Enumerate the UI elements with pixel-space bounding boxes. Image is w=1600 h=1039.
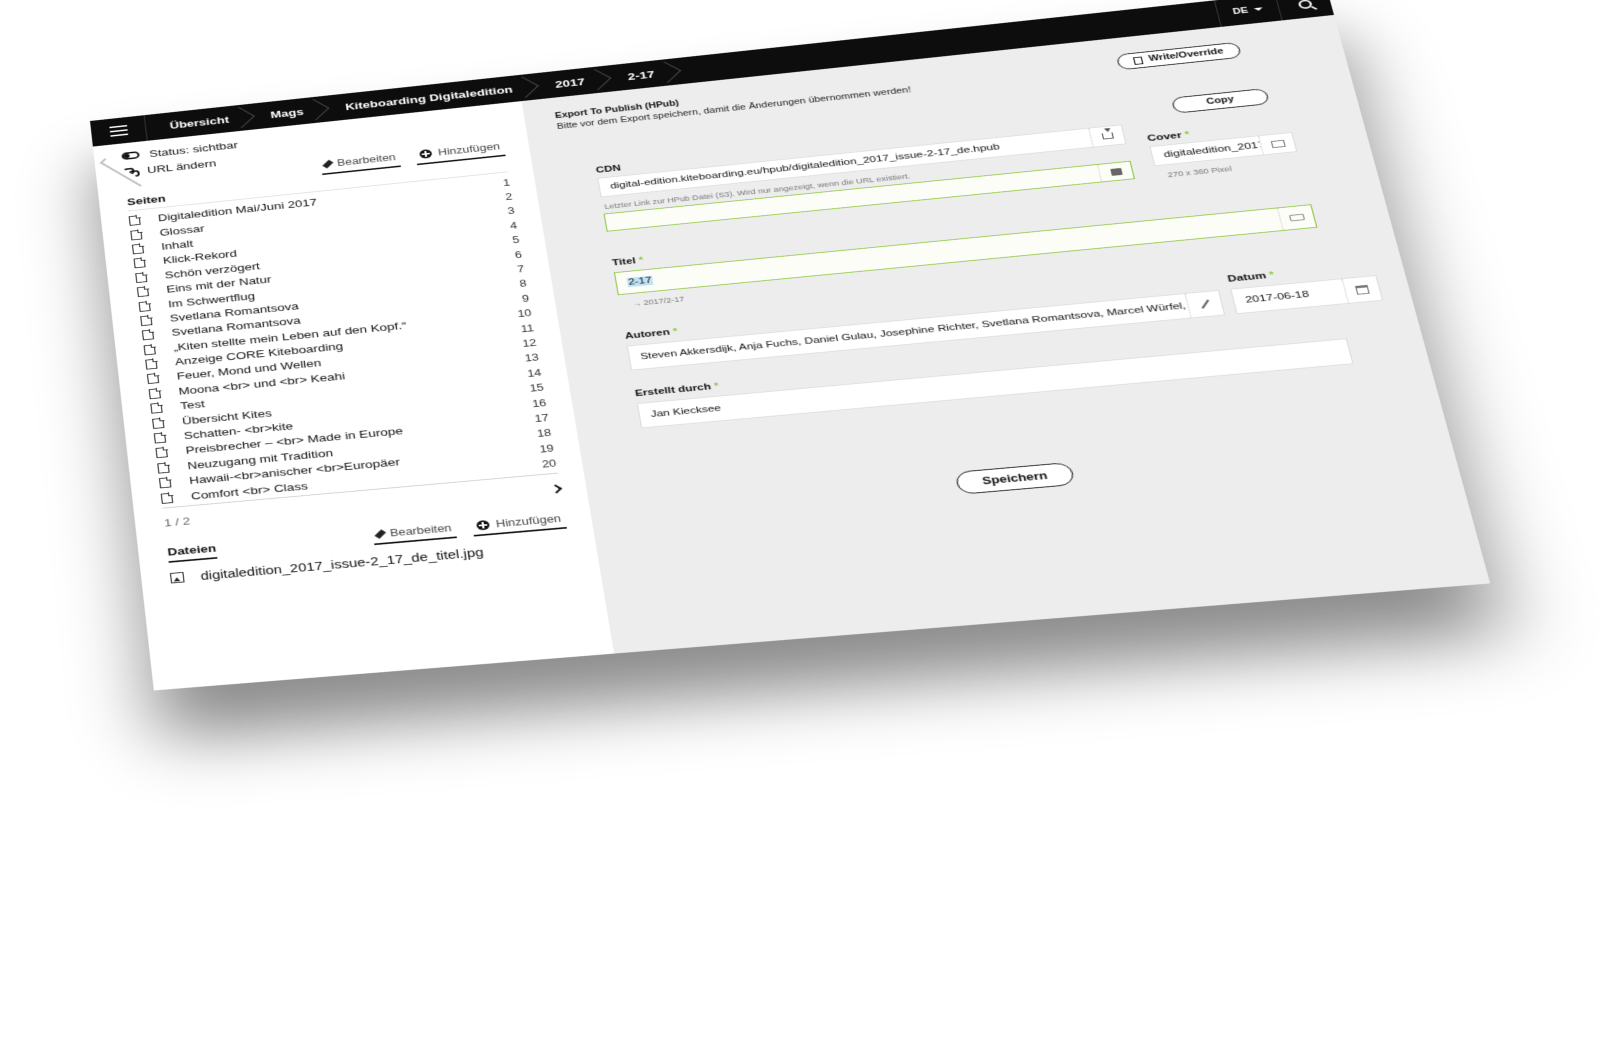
files-title: Dateien [166,541,218,563]
page-number: 17 [533,412,550,425]
page-number: 14 [526,367,543,380]
pencil-icon [322,159,334,169]
page-number: 16 [531,397,548,410]
pages-list: Digitaledition Mai/Juni 2017 1 Glossar 2 Inh… [128,175,557,506]
page-number: 9 [521,292,530,305]
date-label-text: Datum [1226,271,1268,285]
required-marker: * [638,255,645,266]
page-number: 2 [504,191,514,203]
authors-label: Autoren * [624,327,678,341]
calendar-button[interactable] [1341,275,1382,303]
created-by-label-text: Erstellt durch [634,382,712,399]
download-button[interactable] [1088,125,1126,147]
chevron-right-icon[interactable] [550,484,563,494]
document-icon [131,243,144,255]
plus-circle-icon [476,519,491,531]
document-icon [133,257,146,269]
document-icon [158,477,172,489]
cover-value: digitaledition_2017_ [1162,139,1273,160]
required-marker: * [1183,130,1191,140]
copy-button[interactable]: Copy [1170,88,1270,114]
right-panel: Export To Publish (HPub) Bitte vor dem E… [521,14,1491,654]
box-button[interactable] [1096,161,1134,182]
authors-label-text: Autoren [624,327,671,342]
calendar-icon [1354,284,1370,295]
cover-label: Cover* [1146,130,1190,143]
document-icon [143,344,156,356]
document-icon [150,402,163,414]
page-number: 15 [528,382,545,395]
title-label: Titel * [611,256,644,268]
page-number: 20 [541,457,558,471]
document-icon [141,329,155,341]
document-icon [128,215,141,226]
page-number: 18 [536,427,553,440]
date-value: 2017-06-18 [1244,289,1311,306]
pager-label: 1 / 2 [163,515,191,530]
file-icon [1132,56,1144,65]
keyboard-button[interactable] [1276,205,1317,231]
required-marker: * [713,381,720,392]
document-icon [160,492,174,504]
document-icon [138,300,151,312]
document-icon [148,388,161,400]
page-number: 19 [538,442,555,455]
document-icon [140,315,153,327]
page-number: 12 [521,337,538,350]
created-by-value: Jan Kiecksee [649,403,722,420]
authors-value: Steven Akkersdijk, Anja Fuchs, Daniel Gu… [639,292,1226,362]
document-icon [155,447,168,459]
page-number: 7 [516,263,526,275]
add-label: Hinzufügen [495,512,562,530]
edit-label: Bearbeiten [389,522,453,539]
page-number: 4 [509,220,518,232]
image-icon [169,572,185,584]
pencil-icon [374,529,387,539]
cover-label-text: Cover [1146,130,1183,144]
language-label: DE [1231,6,1250,17]
page-number: 13 [523,352,540,365]
required-marker: * [1268,270,1276,281]
required-marker: * [672,326,679,337]
document-icon [145,358,158,370]
edit-files-button[interactable]: Bearbeiten [372,521,458,545]
search-icon [1296,0,1313,10]
cover-hint: 270 x 360 Pixel [1166,164,1233,179]
save-button[interactable]: Speichern [954,461,1076,495]
app-window: Übersicht Mags Kiteboarding Digitalediti… [90,0,1491,691]
image-picker-button[interactable] [1258,132,1297,155]
title-label-text: Titel [611,256,637,268]
stage: Übersicht Mags Kiteboarding Digitalediti… [0,0,1600,1039]
add-file-button[interactable]: Hinzufügen [471,512,567,537]
page-number: 3 [506,205,516,217]
document-icon [130,229,143,241]
document-icon [153,432,167,444]
box-icon [1109,167,1123,176]
wand-icon [1200,299,1209,309]
document-icon [136,286,150,298]
chevron-down-icon [1254,7,1264,12]
document-icon [157,462,170,474]
page-number: 1 [502,177,511,189]
page-number: 5 [511,234,521,246]
document-icon [135,272,148,283]
page-number: 6 [514,249,523,261]
title-value: 2-17 [626,275,654,288]
plus-circle-icon [419,148,433,159]
image-icon [1270,139,1286,148]
title-path: → 2017/2-17 [631,295,685,308]
document-icon [152,417,165,429]
toggle-icon [121,151,140,161]
wand-button[interactable] [1184,290,1225,318]
document-icon [146,373,160,385]
keyboard-icon [1288,213,1306,222]
copy-label: Copy [1205,95,1235,107]
page-number: 10 [516,307,533,320]
cdn-label: CDN [595,163,622,176]
page-number: 8 [518,278,528,290]
download-icon [1101,132,1114,140]
date-label: Datum* [1227,270,1276,284]
page-number: 11 [520,322,535,335]
